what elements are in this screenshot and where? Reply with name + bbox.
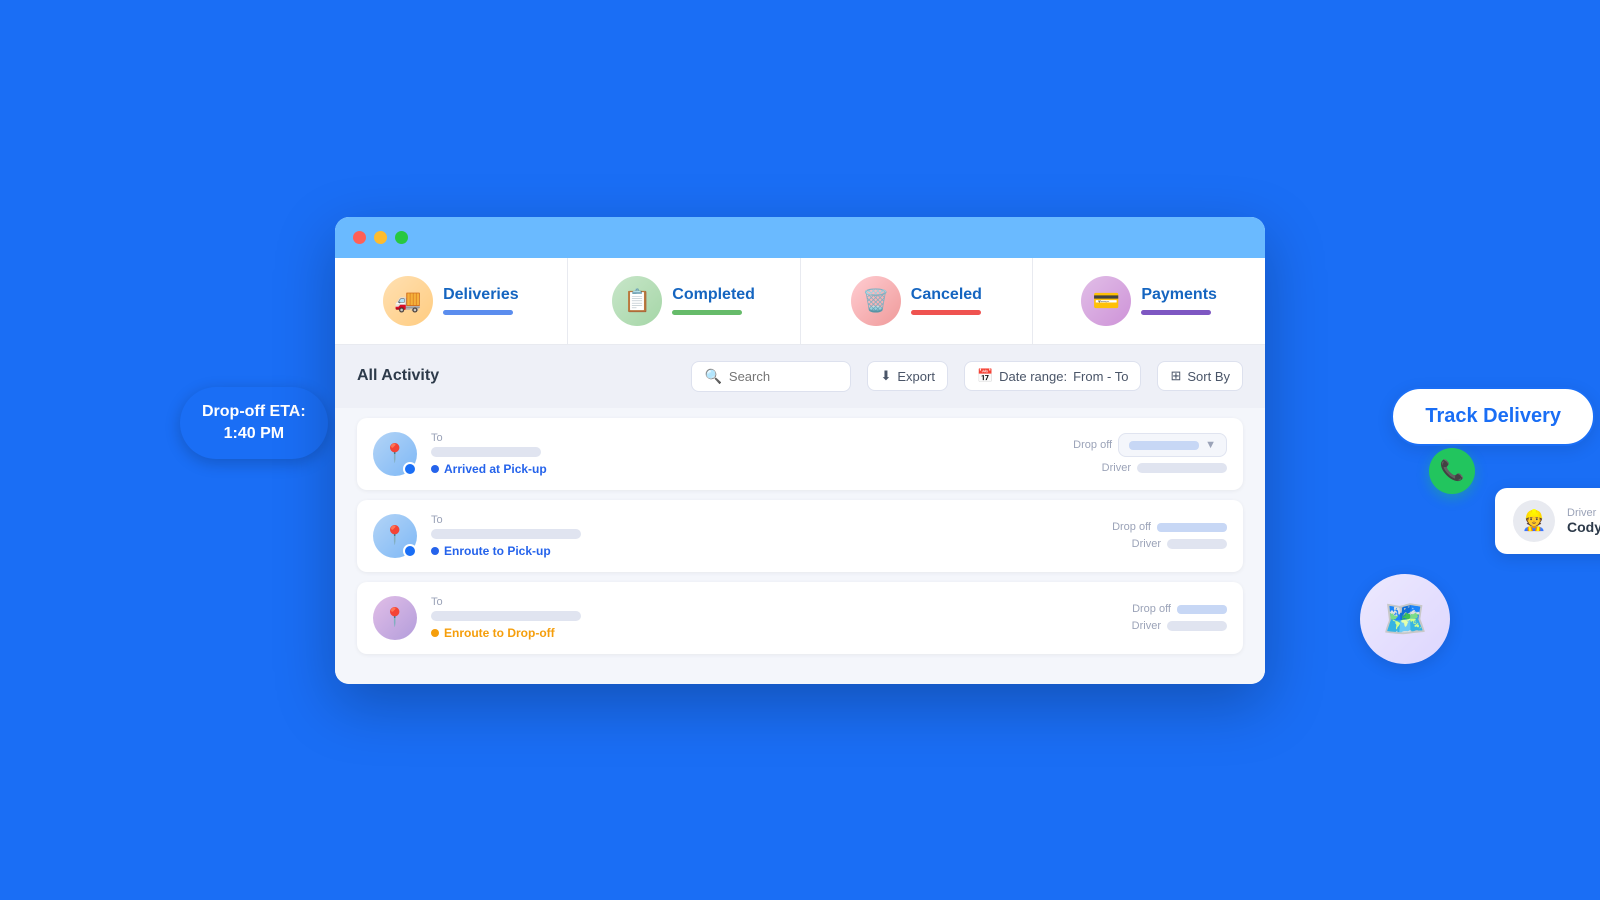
dropoff-label: Drop off (1073, 439, 1112, 451)
table-row: 📍 To Arrived at Pick-up Drop off (357, 418, 1243, 490)
track-delivery-label: Track Delivery (1425, 405, 1561, 427)
avatar-badge (403, 544, 417, 558)
dropoff-eta-badge: Drop-off ETA: 1:40 PM (180, 387, 328, 460)
search-box[interactable]: 🔍 (691, 361, 851, 392)
tab-payments-bar (1141, 310, 1211, 315)
avatar-icon: 📍 (384, 525, 406, 546)
address-placeholder (431, 611, 581, 621)
tab-completed[interactable]: 📋 Completed (568, 258, 801, 344)
search-input[interactable] (729, 369, 839, 384)
tab-deliveries-bar (443, 310, 513, 315)
tab-completed-label: Completed (672, 286, 755, 304)
track-delivery-button[interactable]: Track Delivery (1391, 387, 1595, 446)
avatar-icon: 📍 (384, 443, 406, 464)
completed-icon: 📋 (612, 276, 662, 326)
to-label: To (431, 432, 1013, 444)
address-placeholder (431, 529, 581, 539)
tab-canceled[interactable]: 🗑️ Canceled (801, 258, 1034, 344)
nav-tabs: 🚚 Deliveries 📋 Completed 🗑️ Canceled (335, 258, 1265, 345)
address-placeholder (431, 447, 541, 457)
all-activity-title: All Activity (357, 367, 439, 385)
tab-deliveries[interactable]: 🚚 Deliveries (335, 258, 568, 344)
table-row: 📍 To Enroute to Drop-off Drop off (357, 582, 1243, 654)
avatar: 📍 (373, 596, 417, 640)
tab-completed-bar (672, 310, 742, 315)
tab-payments[interactable]: 💳 Payments (1033, 258, 1265, 344)
tab-payments-label: Payments (1141, 286, 1217, 304)
delivery-status: Arrived at Pick-up (431, 462, 1013, 476)
delivery-status: Enroute to Pick-up (431, 544, 1013, 558)
payments-icon: 💳 (1081, 276, 1131, 326)
avatar: 📍 (373, 432, 417, 476)
date-range-value: From - To (1073, 369, 1128, 384)
window-dot-yellow[interactable] (374, 231, 387, 244)
deliveries-icon: 🚚 (383, 276, 433, 326)
driver-name-label: Driver Name (1567, 507, 1600, 519)
delivery-status: Enroute to Drop-off (431, 626, 1013, 640)
content-area: All Activity 🔍 ⬇ Export 📅 Date range: Fr… (335, 345, 1265, 684)
app-window: 🚚 Deliveries 📋 Completed 🗑️ Canceled (335, 217, 1265, 684)
avatar-icon: 📍 (384, 607, 406, 628)
to-label: To (431, 514, 1013, 526)
driver-card: 👷 Driver Name Cody (1495, 488, 1600, 554)
export-button[interactable]: ⬇ Export (867, 361, 947, 391)
table-row: 📍 To Enroute to Pick-up Drop off (357, 500, 1243, 572)
window-dot-green[interactable] (395, 231, 408, 244)
title-bar (335, 217, 1265, 258)
sort-label: Sort By (1187, 369, 1230, 384)
driver-avatar-icon: 👷 (1522, 508, 1547, 533)
tab-deliveries-label: Deliveries (443, 286, 519, 304)
dropoff-label: Drop off (1112, 521, 1151, 533)
search-icon: 🔍 (704, 368, 721, 385)
map-icon: 🗺️ (1360, 574, 1450, 664)
window-dot-red[interactable] (353, 231, 366, 244)
sort-icon: ⊞ (1170, 368, 1181, 384)
dropoff-eta-label: Drop-off ETA: (202, 403, 306, 420)
driver-name: Cody (1567, 519, 1600, 535)
phone-button[interactable]: 📞 (1429, 448, 1475, 494)
dropoff-label: Drop off (1132, 603, 1171, 615)
driver-label: Driver (1132, 538, 1161, 550)
dropoff-select[interactable]: ▼ (1118, 433, 1227, 457)
toolbar: All Activity 🔍 ⬇ Export 📅 Date range: Fr… (335, 345, 1265, 408)
driver-label: Driver (1132, 620, 1161, 632)
deliveries-list: 📍 To Arrived at Pick-up Drop off (335, 408, 1265, 684)
dropoff-eta-time: 1:40 PM (224, 425, 284, 442)
avatar-badge (403, 462, 417, 476)
export-icon: ⬇ (880, 368, 891, 384)
sort-button[interactable]: ⊞ Sort By (1157, 361, 1243, 391)
tab-canceled-bar (911, 310, 981, 315)
export-label: Export (897, 369, 935, 384)
avatar: 📍 (373, 514, 417, 558)
driver-avatar: 👷 (1513, 500, 1555, 542)
date-range-button[interactable]: 📅 Date range: From - To (964, 361, 1142, 391)
canceled-icon: 🗑️ (851, 276, 901, 326)
calendar-icon: 📅 (977, 368, 993, 384)
driver-label: Driver (1102, 462, 1131, 474)
date-range-label: Date range: (999, 369, 1067, 384)
chevron-down-icon: ▼ (1205, 439, 1216, 451)
to-label: To (431, 596, 1013, 608)
tab-canceled-label: Canceled (911, 286, 982, 304)
